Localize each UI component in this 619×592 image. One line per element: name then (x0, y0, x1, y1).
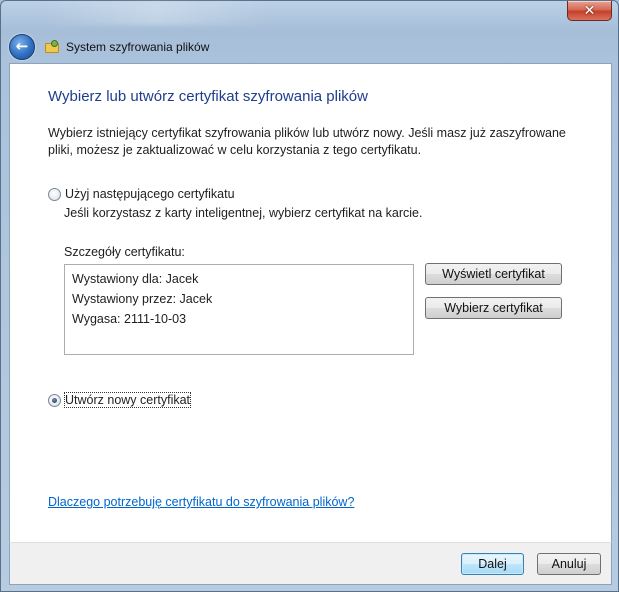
issued-by: Wystawiony przez: Jacek (72, 292, 213, 306)
certificate-details-label: Szczegóły certyfikatu: (64, 245, 185, 259)
intro-text: Wybierz istniejący certyfikat szyfrowani… (48, 126, 566, 157)
view-certificate-button[interactable]: Wyświetl certyfikat (425, 263, 562, 285)
back-arrow-icon: ← (15, 37, 29, 55)
select-certificate-button[interactable]: Wybierz certyfikat (425, 297, 562, 319)
certificate-details-box[interactable]: Wystawiony dla: Jacek Wystawiony przez: … (64, 264, 414, 355)
navigation-bar: ← System szyfrowania plików (9, 31, 612, 63)
radio-new-certificate[interactable] (48, 393, 61, 407)
help-link[interactable]: Dlaczego potrzebuję certyfikatu do szyfr… (48, 495, 354, 509)
dialog-footer: Dalej Anuluj (9, 542, 612, 585)
next-button[interactable]: Dalej (461, 553, 524, 575)
option-new-certificate[interactable]: Utwórz nowy certyfikat (48, 392, 192, 408)
close-button[interactable]: ✕ (567, 1, 612, 21)
wizard-title: System szyfrowania plików (66, 40, 210, 54)
option-existing-label: Użyj następującego certyfikatu (65, 187, 235, 201)
radio-existing-certificate[interactable] (48, 187, 61, 201)
expires: Wygasa: 2111-10-03 (72, 312, 187, 326)
titlebar-background (41, 1, 271, 25)
page-heading: Wybierz lub utwórz certyfikat szyfrowani… (48, 88, 368, 105)
cancel-button[interactable]: Anuluj (537, 553, 601, 575)
folder-key-icon (45, 40, 61, 54)
option-new-label: Utwórz nowy certyfikat (63, 392, 192, 408)
smartcard-note: Jeśli korzystasz z karty inteligentnej, … (64, 206, 423, 220)
issued-to: Wystawiony dla: Jacek (72, 272, 199, 286)
option-existing-certificate[interactable]: Użyj następującego certyfikatu (48, 187, 235, 201)
back-button[interactable]: ← (9, 34, 35, 60)
close-icon: ✕ (583, 2, 596, 19)
wizard-content: Wybierz lub utwórz certyfikat szyfrowani… (9, 63, 612, 543)
dialog-window: ✕ ← System szyfrowania plików Wybierz lu… (0, 0, 619, 592)
